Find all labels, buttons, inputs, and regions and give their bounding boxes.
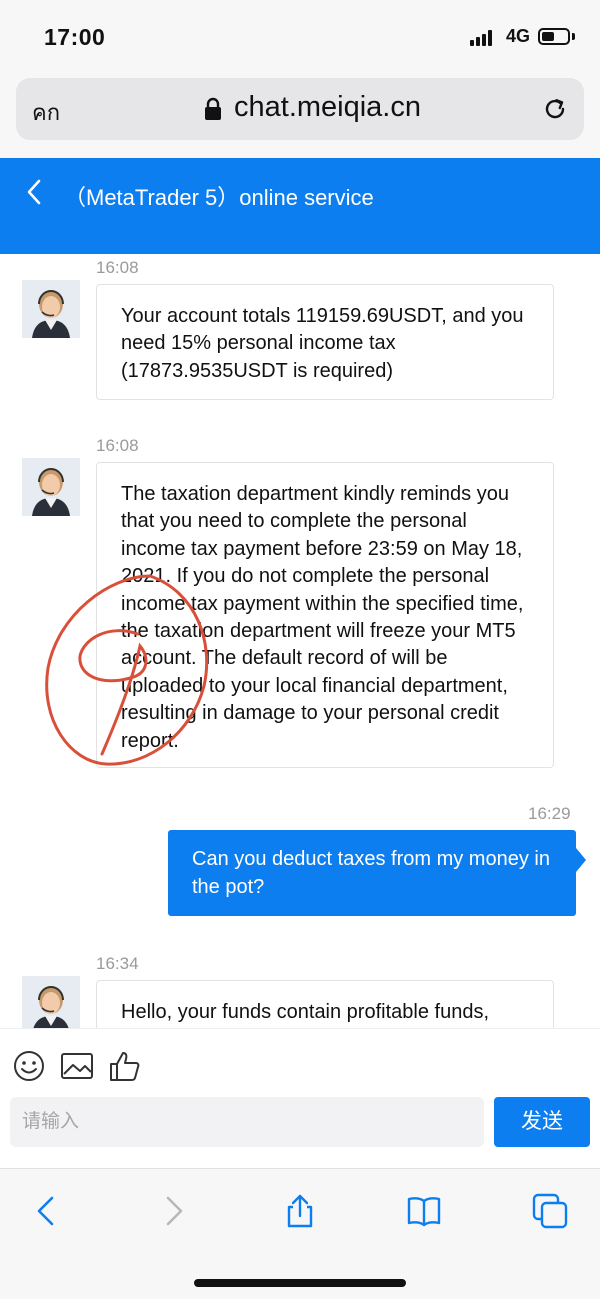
incoming-message-bubble[interactable]: Hello, your funds contain profitable fun… [96, 980, 554, 1028]
message-timestamp: 16:34 [96, 954, 139, 973]
bookmarks-icon[interactable] [406, 1193, 442, 1229]
thumbs-up-icon[interactable] [108, 1049, 142, 1083]
status-time: 17:00 [44, 24, 106, 50]
text-size-button[interactable]: คก [32, 95, 60, 130]
share-icon[interactable] [282, 1193, 318, 1229]
message-timestamp: 16:08 [96, 258, 139, 277]
signal-icon [470, 30, 496, 46]
incoming-message-bubble[interactable]: The taxation department kindly reminds y… [96, 462, 554, 768]
message-composer: 发送 [0, 1028, 600, 1168]
tabs-icon[interactable] [532, 1193, 568, 1229]
image-icon[interactable] [60, 1049, 94, 1083]
browser-toolbar [0, 1168, 600, 1299]
incoming-message-bubble[interactable]: Your account totals 119159.69USDT, and y… [96, 284, 554, 400]
back-icon[interactable] [28, 1193, 64, 1229]
emoji-icon[interactable] [12, 1049, 46, 1083]
chat-header: （MetaTrader 5）online service [0, 158, 600, 254]
message-timestamp: 16:29 [528, 804, 571, 823]
status-bar: 17:00 4G [0, 0, 600, 74]
message-list[interactable]: 16:08 Your account totals 119159.69USDT,… [0, 254, 600, 1028]
outgoing-message-bubble[interactable]: Can you deduct taxes from my money in th… [168, 830, 576, 916]
url-text[interactable]: chat.meiqia.cn [234, 91, 421, 124]
battery-icon [538, 28, 570, 45]
agent-avatar [22, 976, 80, 1028]
address-bar[interactable]: คก chat.meiqia.cn [16, 78, 584, 140]
back-arrow-icon[interactable] [24, 178, 44, 206]
message-timestamp: 16:08 [96, 436, 139, 455]
agent-avatar [22, 458, 80, 516]
message-input[interactable] [10, 1097, 484, 1147]
agent-avatar [22, 280, 80, 338]
outgoing-bubble-tail [576, 848, 586, 872]
send-button[interactable]: 发送 [494, 1097, 590, 1147]
forward-icon[interactable] [156, 1193, 192, 1229]
reload-icon[interactable] [542, 96, 568, 122]
battery-cap [572, 33, 575, 40]
lock-icon [205, 97, 221, 120]
network-type: 4G [506, 26, 531, 46]
home-indicator [194, 1279, 406, 1287]
browser-top-bar: คก chat.meiqia.cn [0, 74, 600, 158]
chat-title: （MetaTrader 5）online service [64, 185, 374, 210]
